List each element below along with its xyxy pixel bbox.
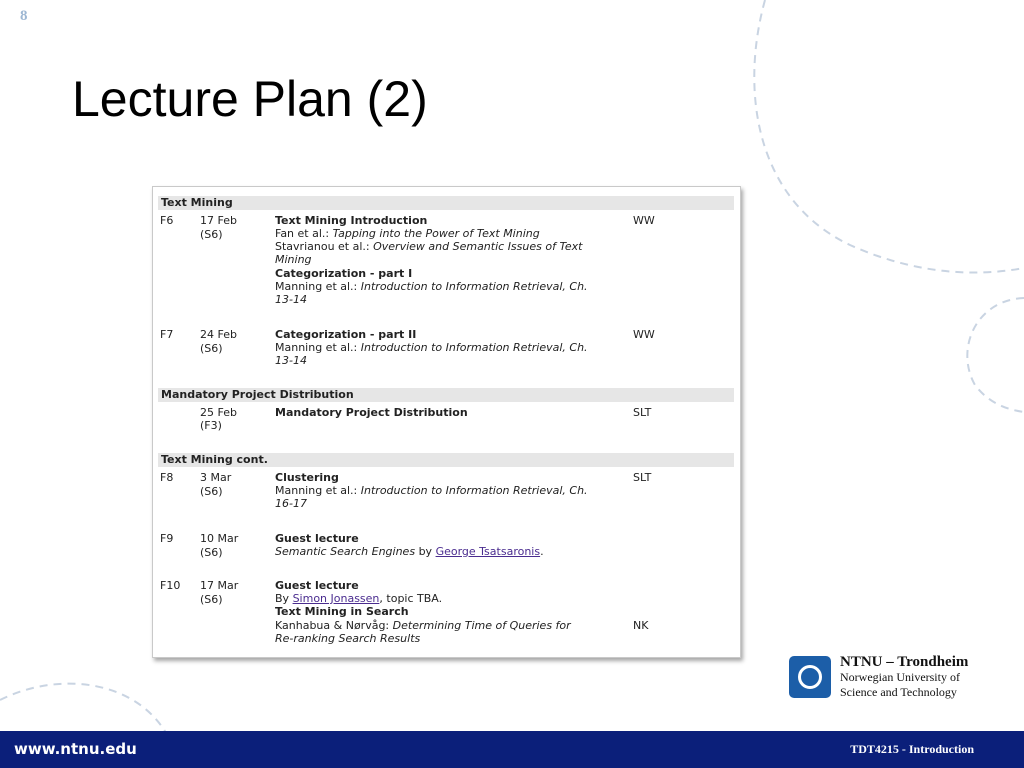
logo-ring-icon — [798, 665, 822, 689]
lecture-room: (S6) — [200, 485, 223, 498]
reference-title: Determining Time of Queries for — [392, 619, 571, 632]
lecture-id: F10 — [160, 579, 181, 592]
lecture-description: By Simon Jonassen, topic TBA. — [275, 592, 442, 605]
reference-title-cont: Mining — [275, 253, 312, 266]
lecture-room: (F3) — [200, 419, 222, 432]
reference-title: Tapping into the Power of Text Mining — [332, 227, 540, 240]
description-by: by — [418, 545, 433, 558]
slide-number: 8 — [20, 8, 28, 24]
footer-bar: www.ntnu.edu TDT4215 - Introduction — [0, 731, 1024, 768]
lecture-id: F7 — [160, 328, 174, 341]
footer-url: www.ntnu.edu — [14, 740, 137, 758]
lecture-topic: Guest lecture — [275, 532, 359, 545]
ntnu-logo — [789, 656, 831, 698]
lecture-date: 24 Feb — [200, 328, 237, 341]
reference-title: Overview and Semantic Issues of Text — [373, 240, 583, 253]
reference-title-cont: Re-ranking Search Results — [275, 632, 421, 645]
lecture-schedule-panel: Text Mining F6 17 Feb (S6) Text Mining I… — [152, 186, 741, 658]
reference-author: Stavrianou et al.: — [275, 240, 370, 253]
reference-title: Introduction to Information Retrieval, C… — [360, 280, 588, 293]
lecture-topic: Mandatory Project Distribution — [275, 406, 468, 419]
lecturer-initials: WW — [633, 214, 655, 227]
lecture-topic: Clustering — [275, 471, 339, 484]
lecture-id: F9 — [160, 532, 174, 545]
section-header-text-mining: Text Mining — [158, 196, 734, 210]
lecture-room: (S6) — [200, 593, 223, 606]
reference-author: Kanhabua & Nørvåg: — [275, 619, 390, 632]
speaker-link[interactable]: George Tsatsaronis — [436, 545, 541, 558]
lecture-date: 17 Feb — [200, 214, 237, 227]
speaker-link[interactable]: Simon Jonassen — [293, 592, 380, 605]
lecture-reference: Stavrianou et al.: Overview and Semantic… — [275, 240, 582, 253]
lecture-room: (S6) — [200, 546, 223, 559]
lecture-date: 10 Mar — [200, 532, 239, 545]
lecture-topic: Guest lecture — [275, 579, 359, 592]
lecture-description: Semantic Search Engines by George Tsatsa… — [275, 545, 544, 558]
lecturer-initials: SLT — [633, 471, 652, 484]
reference-title-cont: 16-17 — [275, 497, 307, 510]
lecturer-initials: NK — [633, 619, 649, 632]
description-end: , topic TBA. — [379, 592, 443, 605]
lecture-id: F6 — [160, 214, 174, 227]
institution-line-1: NTNU – Trondheim — [840, 654, 969, 670]
lecture-date: 17 Mar — [200, 579, 239, 592]
lecture-reference: Manning et al.: Introduction to Informat… — [275, 341, 588, 354]
reference-author: Manning et al.: — [275, 280, 358, 293]
reference-title: Introduction to Information Retrieval, C… — [360, 341, 588, 354]
lecturer-initials: SLT — [633, 406, 652, 419]
lecture-room: (S6) — [200, 342, 223, 355]
lecture-topic: Categorization - part II — [275, 328, 417, 341]
lecture-reference: Manning et al.: Introduction to Informat… — [275, 484, 588, 497]
reference-author: Manning et al.: — [275, 341, 358, 354]
lecture-date: 25 Feb — [200, 406, 237, 419]
slide-title: Lecture Plan (2) — [72, 71, 428, 127]
lecture-reference: Kanhabua & Nørvåg: Determining Time of Q… — [275, 619, 571, 632]
institution-line-3: Science and Technology — [840, 685, 957, 699]
description-end: . — [540, 545, 544, 558]
reference-author: Fan et al.: — [275, 227, 330, 240]
lecture-topic: Categorization - part I — [275, 267, 413, 280]
section-header-mandatory-project: Mandatory Project Distribution — [158, 388, 734, 402]
reference-title-cont: 13-14 — [275, 354, 307, 367]
description-by: By — [275, 592, 290, 605]
section-header-text-mining-cont: Text Mining cont. — [158, 453, 734, 467]
institution-name: NTNU – Trondheim Norwegian University of… — [840, 654, 968, 700]
institution-line-2: Norwegian University of — [840, 670, 960, 684]
lecture-topic: Text Mining in Search — [275, 605, 409, 618]
lecture-date: 3 Mar — [200, 471, 232, 484]
lecture-topic: Text Mining Introduction — [275, 214, 428, 227]
reference-author: Manning et al.: — [275, 484, 358, 497]
lecture-reference: Fan et al.: Tapping into the Power of Te… — [275, 227, 540, 240]
lecture-room: (S6) — [200, 228, 223, 241]
reference-title-cont: 13-14 — [275, 293, 307, 306]
lecture-id: F8 — [160, 471, 174, 484]
lecture-reference: Manning et al.: Introduction to Informat… — [275, 280, 588, 293]
lecturer-initials: WW — [633, 328, 655, 341]
description-title: Semantic Search Engines — [275, 545, 416, 558]
reference-title: Introduction to Information Retrieval, C… — [360, 484, 588, 497]
footer-course-label: TDT4215 - Introduction — [850, 742, 974, 756]
